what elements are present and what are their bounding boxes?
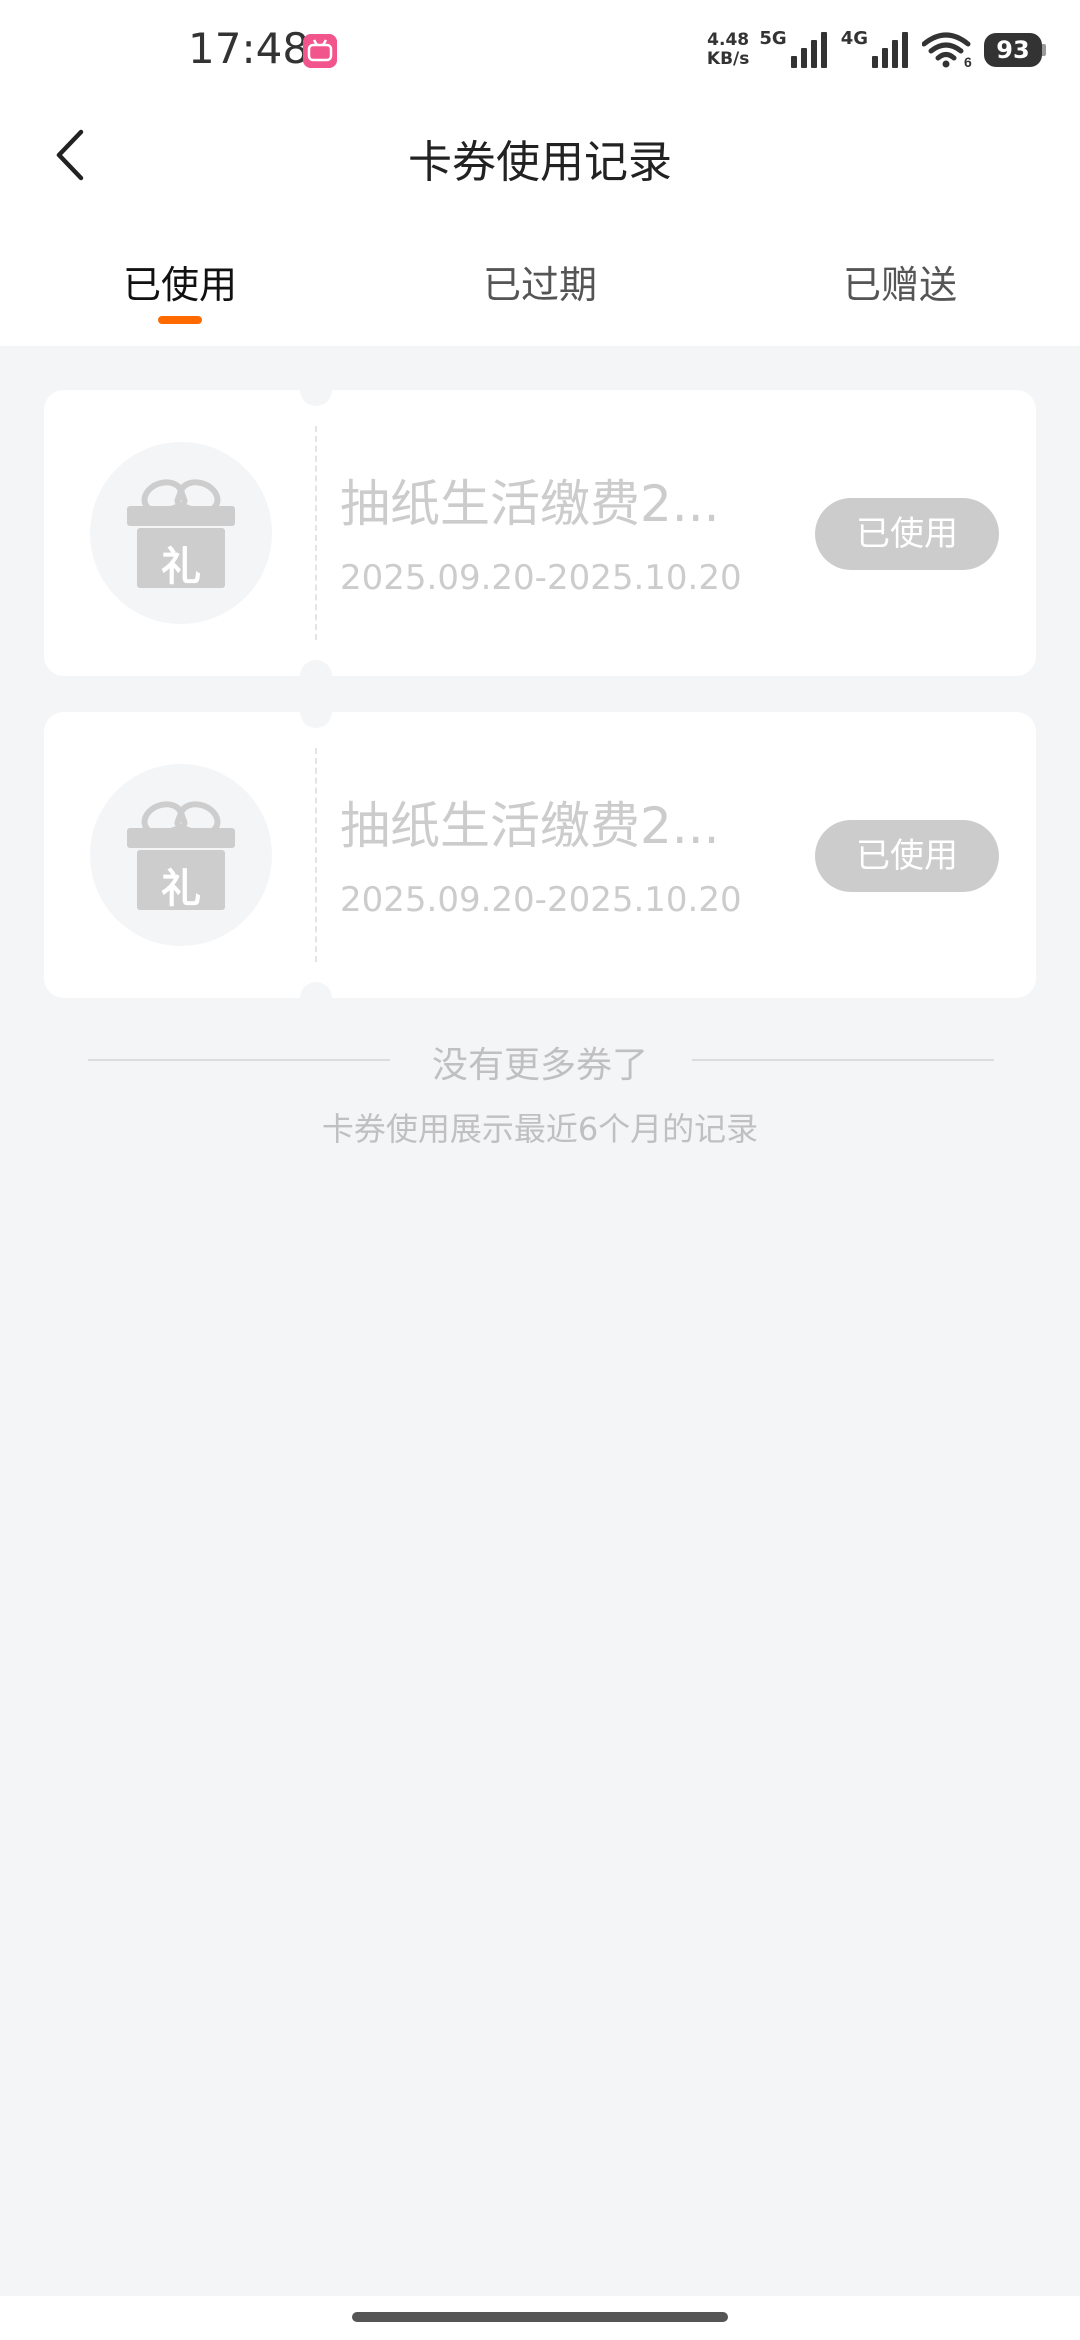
app-header: 卡券使用记录 [0,100,1080,210]
signal-icon [790,32,827,68]
network-speed: 4.48 KB/s [707,31,749,69]
network-type-4g: 4G [840,28,868,49]
coupon-card[interactable]: 礼 抽纸生活缴费2... 2025.09.20-2025.10.20 已使用 [44,374,1036,692]
network-type-5g: 5G [759,28,787,49]
card-notch [300,696,332,728]
battery-icon [1042,44,1046,56]
card-notch [300,660,332,692]
bilibili-app-icon [303,34,337,68]
status-icons: 4.48 KB/s 5G 4G 6 93 [707,28,1046,72]
network-speed-unit: KB/s [706,49,750,69]
history-range-note: 卡券使用展示最近6个月的记录 [321,1110,759,1148]
active-tab-indicator [158,316,202,324]
card-divider [315,748,317,962]
coupon-title: 抽纸生活缴费2... [340,797,720,855]
status-time: 17:48 [188,24,310,73]
page-title: 卡券使用记录 [408,137,672,188]
battery-level: 93 [984,33,1042,67]
wifi-icon: 6 [922,32,972,68]
home-indicator[interactable] [352,2312,728,2322]
tab-used[interactable]: 已使用 [60,254,300,309]
gift-icon-label: 礼 [161,866,201,912]
tab-bar: 已使用 已过期 已赠送 [0,210,1080,346]
signal-icon [872,32,908,68]
coupon-title: 抽纸生活缴费2... [340,475,720,533]
coupon-date-range: 2025.09.20-2025.10.20 [340,558,742,598]
gift-icon-label: 礼 [161,544,201,590]
status-bar: 17:48 4.48 KB/s 5G 4G 6 93 [0,0,1080,100]
card-notch [300,982,332,1014]
coupon-status-badge: 已使用 [815,498,999,570]
tab-gifted[interactable]: 已赠送 [780,254,1020,309]
card-notch [300,374,332,406]
gift-icon: 礼 [90,764,272,946]
coupon-card[interactable]: 礼 抽纸生活缴费2... 2025.09.20-2025.10.20 已使用 [44,696,1036,1014]
coupon-status-badge: 已使用 [815,820,999,892]
tab-expired[interactable]: 已过期 [420,254,660,309]
no-more-coupons-text: 没有更多券了 [431,1045,648,1086]
wifi-badge: 6 [964,54,972,68]
card-divider [315,426,317,640]
network-speed-value: 4.48 [707,30,750,50]
coupon-date-range: 2025.09.20-2025.10.20 [340,880,742,920]
gift-icon: 礼 [90,442,272,624]
